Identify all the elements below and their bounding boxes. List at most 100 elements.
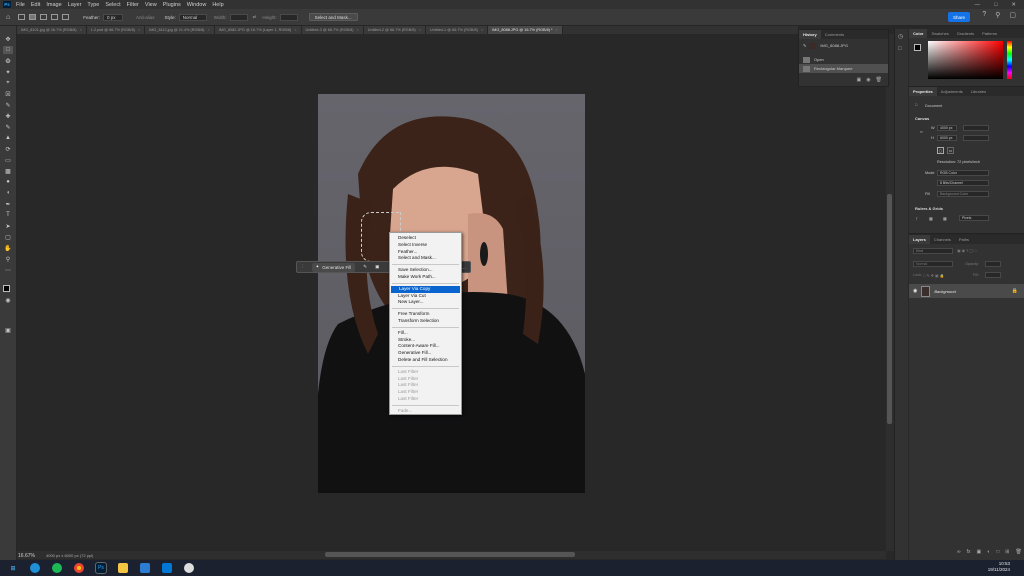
generative-fill-button[interactable]: ✦ Generative Fill xyxy=(311,262,356,272)
height-input[interactable] xyxy=(279,13,298,21)
context-menu-item[interactable]: Select Inverse xyxy=(390,242,461,249)
canvas-width-input[interactable]: 4000 px xyxy=(937,125,957,131)
menu-image[interactable]: Image xyxy=(46,2,61,8)
context-menu-item[interactable]: Delete and Fill Selection xyxy=(390,357,461,364)
feather-input[interactable]: 0 px xyxy=(103,13,123,21)
pen-tool-icon[interactable]: ✒ xyxy=(3,200,13,208)
ruler-icon[interactable]: ┌ xyxy=(915,216,918,220)
close-tab-icon[interactable]: × xyxy=(481,28,483,32)
object-select-icon[interactable]: ✦ xyxy=(3,68,13,76)
tab-libraries[interactable]: Libraries xyxy=(967,87,990,96)
zoom-level[interactable]: 16.67% xyxy=(18,553,35,559)
brush-tool-icon[interactable]: ✎ xyxy=(3,123,13,131)
crop-tool-icon[interactable]: ⌖ xyxy=(3,79,13,87)
eyedropper-icon[interactable]: ✎ xyxy=(3,101,13,109)
context-menu-item[interactable]: Content-Aware Fill... xyxy=(390,343,461,350)
history-item-marquee[interactable]: Rectangular Marquee xyxy=(799,64,888,73)
blur-tool-icon[interactable]: ● xyxy=(3,178,13,186)
clone-stamp-icon[interactable]: ▲ xyxy=(3,134,13,142)
drag-handle-icon[interactable]: ⋮ xyxy=(300,264,305,270)
canvas-x-input[interactable] xyxy=(963,125,989,131)
blend-mode-select[interactable]: Normal xyxy=(913,261,953,267)
history-item-open[interactable]: Open xyxy=(799,55,888,64)
tab-patterns[interactable]: Patterns xyxy=(978,29,1001,38)
close-tab-icon[interactable]: × xyxy=(207,28,209,32)
document-tab[interactable]: IMG_8112.jpg @ 21.4% (RGB/8) × xyxy=(145,26,215,34)
landscape-orientation-icon[interactable]: ▭ xyxy=(947,147,954,154)
eye-icon[interactable]: ◉ xyxy=(913,288,917,294)
more-tools-icon[interactable]: ⋯ xyxy=(3,266,13,274)
close-tab-icon[interactable]: × xyxy=(138,28,140,32)
menu-file[interactable]: File xyxy=(16,2,25,8)
menu-plugins[interactable]: Plugins xyxy=(163,2,181,8)
fill-opacity-input[interactable] xyxy=(985,272,1001,278)
lock-icons[interactable]: □ ✎ ✥ ▣ 🔒 xyxy=(923,273,944,278)
more-options-icon[interactable]: … xyxy=(462,265,467,270)
path-select-icon[interactable]: ➤ xyxy=(3,222,13,230)
close-tab-icon[interactable]: × xyxy=(294,28,296,32)
workspace-icon[interactable]: ▢ xyxy=(1009,11,1016,19)
spotify-icon[interactable] xyxy=(52,563,62,573)
tab-swatches[interactable]: Swatches xyxy=(927,29,952,38)
maximize-icon[interactable]: □ xyxy=(994,2,997,8)
menu-layer[interactable]: Layer xyxy=(68,2,82,8)
tab-properties[interactable]: Properties xyxy=(909,87,937,96)
width-input[interactable] xyxy=(229,13,248,21)
layer-row-background[interactable]: ◉ Background 🔒 xyxy=(909,284,1024,298)
link-icon[interactable]: ∞ xyxy=(920,130,923,134)
rulers-grids-header[interactable]: Rulers & Grids xyxy=(915,206,943,211)
portrait-orientation-icon[interactable]: ▯ xyxy=(937,147,944,154)
home-icon[interactable]: ⌂ xyxy=(6,14,10,21)
intersect-selection-icon[interactable] xyxy=(62,14,70,20)
close-icon[interactable]: ✕ xyxy=(1011,2,1016,8)
document-tab[interactable]: IMG_8088.JPG @ 16.7% (RGB/8) * × xyxy=(488,26,563,34)
menu-window[interactable]: Window xyxy=(187,2,207,8)
context-menu-item[interactable]: Deselect xyxy=(390,235,461,242)
select-and-mask-button[interactable]: Select and Mask... xyxy=(308,13,358,21)
canvas-section-header[interactable]: Canvas xyxy=(915,116,929,121)
document-tab[interactable]: Untitled-3 @ 66.7% (RGB/8) × xyxy=(301,26,364,34)
store-icon[interactable] xyxy=(162,563,172,573)
history-snapshot[interactable]: ✎ IMG_8088.JPG xyxy=(799,39,888,52)
marquee-tool-icon[interactable] xyxy=(18,14,26,20)
layer-filter-select[interactable]: Kind xyxy=(913,248,953,254)
healing-brush-icon[interactable]: ✚ xyxy=(3,112,13,120)
adjustment-layer-icon[interactable]: ◐ xyxy=(987,549,990,555)
context-menu-item[interactable]: Make Work Path... xyxy=(390,274,461,281)
edge-icon[interactable] xyxy=(30,563,40,573)
rectangular-marquee-icon[interactable]: □ xyxy=(3,46,13,54)
context-menu-item[interactable]: Feather... xyxy=(390,249,461,256)
document-tab[interactable]: IMG_8101.jpg @ 16.7% (RGB/8) × xyxy=(17,26,87,34)
new-document-icon[interactable]: ▣ xyxy=(857,77,862,83)
history-brush-icon[interactable]: ⟳ xyxy=(3,145,13,153)
hue-slider[interactable] xyxy=(1007,41,1012,79)
document-tab[interactable]: IMG_8082.JPG @ 16.7% (Layer 1, RGB/8) × xyxy=(214,26,302,34)
grid-icon[interactable]: ▦ xyxy=(929,216,933,221)
opacity-input[interactable] xyxy=(985,261,1001,267)
style-select[interactable]: Normal xyxy=(178,13,207,21)
delete-layer-icon[interactable]: 🗑 xyxy=(1015,549,1021,555)
screen-mode-icon[interactable]: ▣ xyxy=(3,326,13,334)
shape-tool-icon[interactable]: ▢ xyxy=(3,233,13,241)
context-menu-item[interactable]: New Layer... xyxy=(390,299,461,306)
document-tab[interactable]: 1.2.psd @ 66.7% (RGB/8) × xyxy=(86,26,146,34)
add-selection-icon[interactable] xyxy=(40,14,48,20)
system-clock[interactable]: 10:53 19/11/2024 xyxy=(988,561,1010,573)
photoshop-taskbar-icon[interactable]: Ps xyxy=(95,562,107,574)
tab-gradients[interactable]: Gradients xyxy=(953,29,978,38)
context-menu-item[interactable]: Fill... xyxy=(390,330,461,337)
tab-channels[interactable]: Channels xyxy=(930,235,955,244)
mask-icon[interactable]: ▣ xyxy=(375,264,379,270)
context-menu-item[interactable]: Save Selection... xyxy=(390,267,461,274)
comments-dock-icon[interactable]: □ xyxy=(898,46,902,52)
quick-mask-icon[interactable]: ◉ xyxy=(3,296,13,304)
tab-history[interactable]: History xyxy=(799,30,821,39)
hand-tool-icon[interactable]: ✋ xyxy=(3,244,13,252)
gradient-tool-icon[interactable]: ▩ xyxy=(3,167,13,175)
canvas-y-input[interactable] xyxy=(963,135,989,141)
share-button[interactable]: Share xyxy=(948,12,970,22)
foreground-color-swatch[interactable] xyxy=(3,285,10,292)
group-icon[interactable]: □ xyxy=(996,549,999,555)
link-layers-icon[interactable]: ∞ xyxy=(957,549,961,555)
canvas-height-input[interactable]: 6000 px xyxy=(937,135,957,141)
